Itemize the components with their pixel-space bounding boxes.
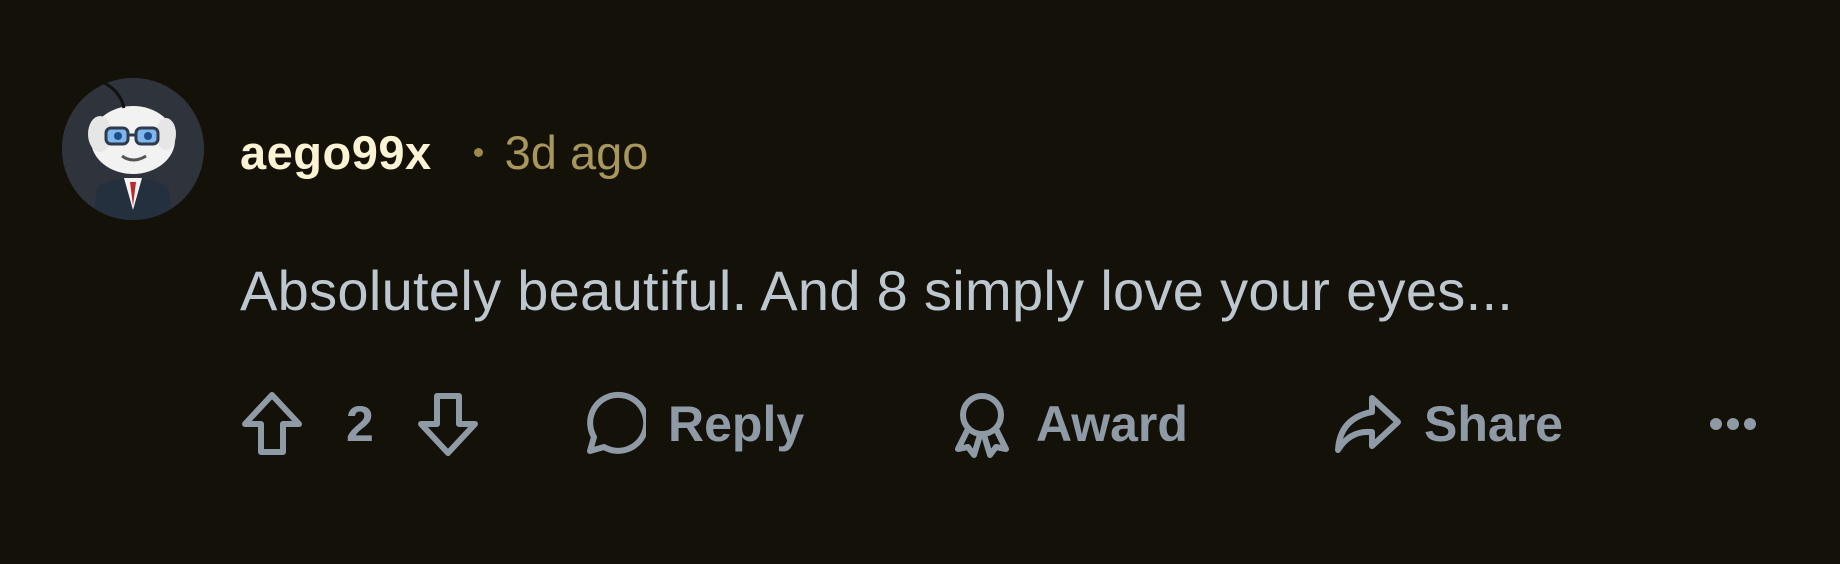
more-options-button[interactable] [1708,384,1758,464]
reply-label: Reply [668,396,805,452]
user-avatar[interactable] [62,78,204,220]
share-label: Share [1424,396,1563,452]
downvote-button[interactable] [416,384,480,464]
share-button[interactable]: Share [1332,384,1563,464]
arrow-down-icon [418,393,478,456]
comment-timestamp[interactable]: 3d ago [505,125,649,180]
reply-button[interactable]: Reply [580,384,804,464]
award-button[interactable]: Award [950,384,1188,464]
more-dots-icon [1710,418,1756,430]
separator-dot [473,147,483,157]
username-link[interactable]: aego99x [240,125,432,180]
comment-actions: 2 Reply Award Share [240,384,1780,464]
comment-card: aego99x 3d ago Absolutely beautiful. And… [0,0,1840,564]
snoo-avatar-icon [62,78,204,220]
speech-bubble-icon [587,391,646,454]
comment-body: Absolutely beautiful. And 8 simply love … [240,259,1514,322]
share-arrow-icon [1335,395,1401,453]
award-label: Award [1036,396,1188,452]
award-ribbon-icon [955,393,1009,458]
arrow-up-icon [242,392,302,455]
upvote-button[interactable] [240,384,304,464]
comment-header: aego99x 3d ago [240,122,648,182]
vote-count: 2 [346,396,374,452]
